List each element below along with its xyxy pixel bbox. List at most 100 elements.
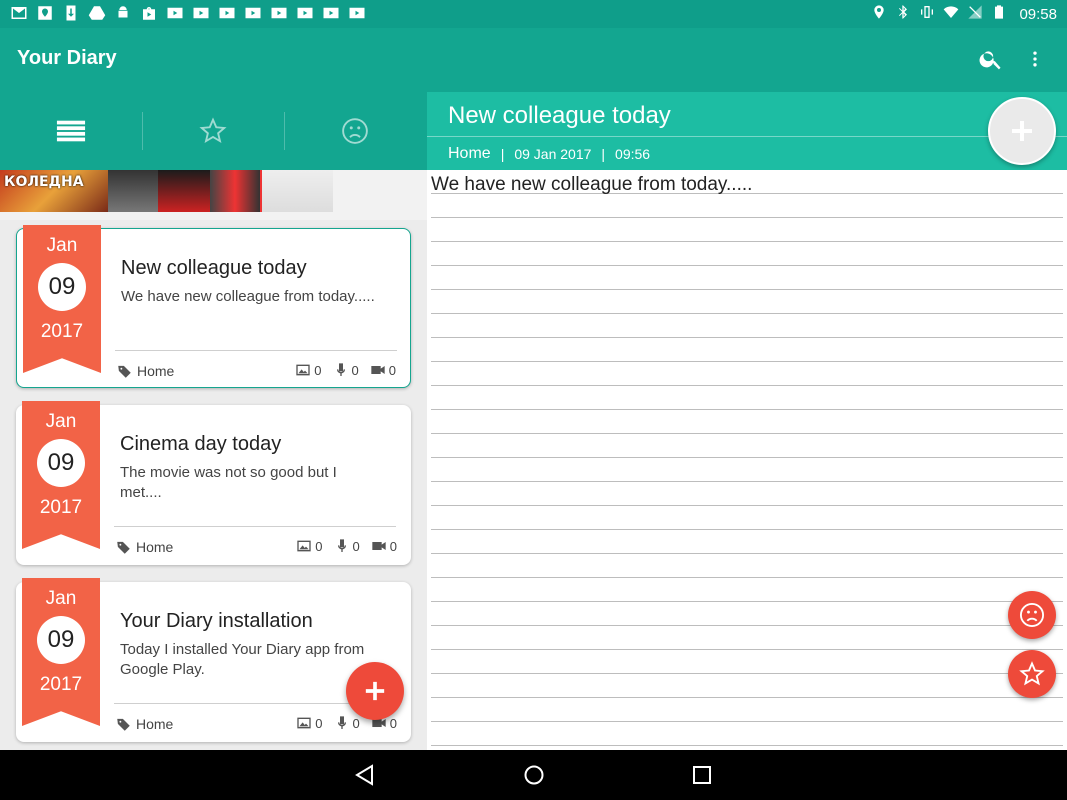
audio-count: 0 bbox=[351, 362, 359, 378]
tab-sad[interactable] bbox=[284, 92, 426, 170]
entry-month: Jan bbox=[45, 588, 77, 609]
audio-count: 0 bbox=[352, 715, 360, 731]
app-title: Your Diary bbox=[17, 47, 117, 69]
entry-tag: Home bbox=[117, 363, 174, 379]
recents-icon[interactable] bbox=[690, 763, 714, 787]
youtube-icon bbox=[296, 4, 314, 22]
more-options-icon[interactable] bbox=[1025, 46, 1045, 72]
entry-year: 2017 bbox=[40, 321, 84, 342]
image-count: 0 bbox=[314, 362, 322, 378]
entry-day: 09 bbox=[37, 439, 85, 487]
entry-month: Jan bbox=[46, 235, 78, 256]
youtube-icon bbox=[244, 4, 262, 22]
mic-icon bbox=[336, 363, 345, 376]
entry-preview: We have new colleague from today..... bbox=[121, 288, 375, 305]
back-icon[interactable] bbox=[353, 763, 377, 787]
meta-separator: | bbox=[500, 146, 505, 162]
entry-title: Your Diary installation bbox=[120, 610, 313, 632]
detail-time: 09:56 bbox=[615, 146, 651, 162]
add-entry-button[interactable] bbox=[346, 662, 404, 720]
video-count: 0 bbox=[388, 362, 396, 378]
entry-year: 2017 bbox=[39, 497, 83, 518]
entry-tag: Home bbox=[116, 716, 173, 732]
entry-card[interactable]: Jan 09 2017 New colleague today We have … bbox=[16, 225, 411, 388]
plus-icon bbox=[365, 681, 385, 701]
youtube-icon bbox=[166, 4, 184, 22]
ad-text: КОЛЕДНА bbox=[4, 174, 84, 190]
add-media-button[interactable] bbox=[988, 97, 1056, 165]
sad-face-icon bbox=[1019, 602, 1045, 628]
meta-separator: | bbox=[601, 146, 606, 162]
mic-icon bbox=[337, 539, 346, 552]
date-ribbon: Jan 09 2017 bbox=[23, 225, 101, 373]
youtube-icon bbox=[218, 4, 236, 22]
entry-day: 09 bbox=[37, 616, 85, 664]
entry-month: Jan bbox=[45, 411, 77, 432]
mark-favorite-button[interactable] bbox=[1008, 650, 1056, 698]
media-counts: 0 0 0 bbox=[294, 362, 396, 378]
youtube-icon bbox=[270, 4, 288, 22]
tab-list[interactable] bbox=[0, 92, 142, 170]
video-icon bbox=[372, 542, 386, 550]
detail-body[interactable]: We have new colleague from today..... bbox=[427, 170, 1067, 750]
tag-icon bbox=[117, 541, 130, 554]
detail-title: New colleague today bbox=[448, 102, 671, 129]
entry-day: 09 bbox=[38, 263, 86, 311]
ad-image[interactable]: КОЛЕДНА bbox=[0, 170, 333, 212]
image-icon bbox=[297, 540, 311, 552]
tab-favorites[interactable] bbox=[142, 92, 284, 170]
ad-banner[interactable]: КОЛЕДНА bbox=[0, 170, 427, 220]
location-icon bbox=[871, 4, 887, 25]
list-icon bbox=[56, 120, 86, 142]
video-count: 0 bbox=[389, 538, 397, 554]
gmail-icon bbox=[10, 4, 28, 22]
navigation-bar bbox=[0, 750, 1067, 800]
status-time: 09:58 bbox=[1019, 5, 1057, 23]
mark-sad-button[interactable] bbox=[1008, 591, 1056, 639]
audio-count: 0 bbox=[352, 538, 360, 554]
image-icon bbox=[296, 364, 310, 376]
home-icon[interactable] bbox=[522, 763, 546, 787]
play-store-icon bbox=[140, 4, 158, 22]
download-icon bbox=[62, 4, 80, 22]
tab-bar bbox=[0, 92, 427, 170]
entry-tag-label: Home bbox=[137, 363, 175, 379]
entry-year: 2017 bbox=[39, 674, 83, 695]
vibrate-icon bbox=[919, 4, 935, 25]
card-divider bbox=[114, 526, 396, 527]
android-icon bbox=[114, 4, 132, 22]
detail-text: We have new colleague from today..... bbox=[431, 174, 753, 195]
tag-icon bbox=[118, 365, 131, 378]
entry-card[interactable]: Jan 09 2017 Cinema day today The movie w… bbox=[16, 401, 411, 565]
status-bar: 09:58 bbox=[0, 0, 1067, 28]
battery-icon bbox=[991, 4, 1007, 25]
entry-tag-label: Home bbox=[136, 539, 174, 555]
image-count: 0 bbox=[315, 715, 323, 731]
detail-tag: Home bbox=[448, 145, 491, 162]
tag-icon bbox=[117, 718, 130, 731]
mic-icon bbox=[337, 716, 346, 729]
search-icon[interactable] bbox=[978, 46, 1004, 72]
image-count: 0 bbox=[315, 538, 323, 554]
youtube-icon bbox=[322, 4, 340, 22]
star-icon bbox=[1019, 661, 1045, 686]
wifi-icon bbox=[943, 4, 959, 25]
detail-meta: Home | 09 Jan 2017 | 09:56 bbox=[448, 145, 650, 163]
maps-icon bbox=[36, 4, 54, 22]
youtube-icon bbox=[192, 4, 210, 22]
sad-face-icon bbox=[342, 118, 368, 144]
media-counts: 0 0 0 bbox=[295, 538, 397, 554]
detail-header-divider bbox=[427, 136, 1067, 137]
entry-card[interactable]: Jan 09 2017 Your Diary installation Toda… bbox=[16, 578, 411, 742]
detail-date: 09 Jan 2017 bbox=[514, 146, 592, 162]
entry-preview: Today I installed Your Diary app from Go… bbox=[120, 641, 365, 678]
video-icon bbox=[371, 366, 385, 374]
star-icon bbox=[199, 117, 227, 144]
entry-preview: The movie was not so good but I met.... bbox=[120, 464, 337, 501]
youtube-icon bbox=[348, 4, 366, 22]
bluetooth-icon bbox=[895, 4, 911, 25]
date-ribbon: Jan 09 2017 bbox=[22, 578, 100, 726]
drive-icon bbox=[88, 4, 106, 22]
entry-tag: Home bbox=[116, 539, 173, 555]
plus-icon bbox=[1012, 121, 1032, 141]
